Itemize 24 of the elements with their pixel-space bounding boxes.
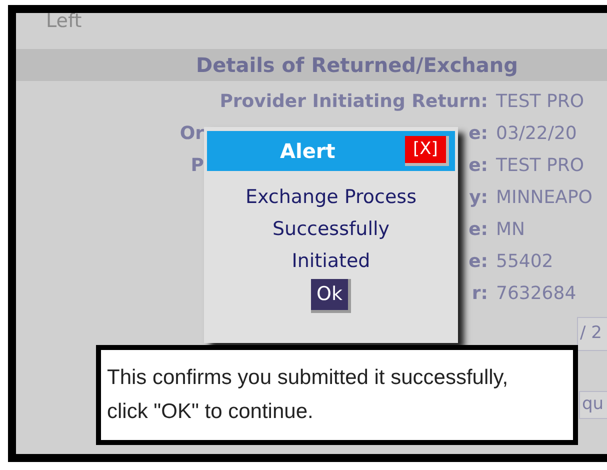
field-value: 03/22/20 [496,122,577,146]
dialog-title: Alert [280,138,336,165]
field-label: Or [180,122,204,146]
field-label: r: [472,282,488,306]
input-field[interactable]: / 2 [577,317,607,351]
field-label: e: [468,122,488,146]
field-value: 7632684 [496,282,576,306]
field-label: y: [469,186,488,210]
field-label: e: [468,218,488,242]
field-value: TEST PRO [496,154,584,178]
field-value: MINNEAPO [496,186,592,210]
field-label: e: [468,250,488,274]
callout-text: This confirms you submitted it successfully, click "OK" to continue. [107,365,510,425]
action-button[interactable]: qu [579,391,607,419]
field-label: e: [468,154,488,178]
field-value: MN [496,218,525,242]
field-value: 55402 [496,250,554,274]
ok-button[interactable]: Ok [310,279,352,313]
dialog-message: Exchange Process Successfully Initiated [244,185,418,274]
field-label: Provider Initiating Return: [220,90,488,114]
field-label: P [190,154,204,178]
field-value: TEST PRO [496,90,584,114]
section-title: Details of Returned/Exchang [196,52,518,79]
close-button[interactable]: [X] [405,136,449,166]
